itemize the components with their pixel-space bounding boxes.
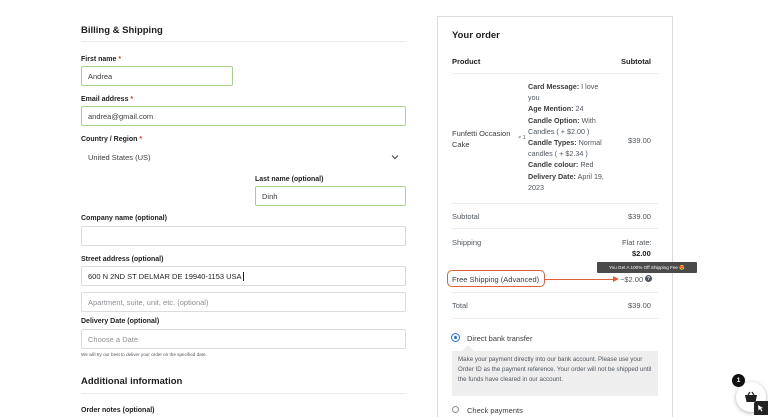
subtotal-value: $39.00 bbox=[628, 212, 651, 221]
bank-transfer-radio[interactable] bbox=[451, 333, 460, 342]
meta-candle-colour: Candle colour: Red bbox=[528, 160, 594, 170]
total-value: $39.00 bbox=[628, 301, 651, 310]
delivery-date-label: Delivery Date (optional) bbox=[81, 318, 160, 325]
product-name: Funfetti Occasion Cake bbox=[452, 129, 511, 149]
country-value: United States (US) bbox=[88, 152, 151, 162]
street-field[interactable]: 600 N 2ND ST DELMAR DE 19940-1153 USA bbox=[81, 266, 406, 286]
divider bbox=[452, 228, 658, 229]
divider bbox=[452, 73, 658, 74]
meta-age-mention: Age Mention: 24 bbox=[528, 104, 584, 114]
subtotal-label: Subtotal bbox=[452, 212, 480, 221]
product-meta: Card Message: I love you Age Mention: 24… bbox=[528, 81, 604, 193]
email-label-text: Email address bbox=[81, 96, 129, 103]
product-price: $39.00 bbox=[628, 136, 651, 145]
cursor-icon bbox=[758, 405, 763, 412]
billing-title: Billing & Shipping bbox=[81, 25, 163, 36]
email-value: andrea@gmail.com bbox=[88, 111, 154, 121]
street-value: 600 N 2ND ST DELMAR DE 19940-1153 USA bbox=[88, 271, 242, 281]
delivery-date-help: We will try our best to deliver your ord… bbox=[81, 352, 207, 357]
delivery-date-field[interactable]: Choose a Date bbox=[81, 329, 406, 349]
divider bbox=[452, 203, 658, 204]
shipping-rate-label: Flat rate: bbox=[622, 238, 652, 247]
divider bbox=[81, 393, 406, 394]
first-name-label-text: First name bbox=[81, 56, 117, 63]
apartment-placeholder: Apartment, suite, unit, etc. (optional) bbox=[88, 297, 209, 307]
arrow-head-icon bbox=[613, 276, 619, 282]
divider bbox=[452, 318, 658, 319]
country-label-text: Country / Region bbox=[81, 136, 138, 143]
arrow-line bbox=[545, 279, 617, 281]
additional-info-title: Additional information bbox=[81, 376, 183, 387]
company-label: Company name (optional) bbox=[81, 215, 167, 222]
first-name-field[interactable]: Andrea bbox=[81, 66, 233, 86]
product-qty: × 1 bbox=[518, 135, 526, 141]
col-subtotal-header: Subtotal bbox=[621, 57, 651, 66]
check-payments-radio[interactable] bbox=[452, 406, 459, 413]
corner-tool-button[interactable] bbox=[754, 401, 768, 415]
chevron-down-icon bbox=[391, 155, 399, 160]
shipping-rate-value: $2.00 bbox=[632, 249, 651, 258]
total-label: Total bbox=[452, 301, 468, 310]
last-name-label: Last name (optional) bbox=[255, 176, 324, 183]
first-name-label: First name * bbox=[81, 56, 121, 63]
discount-label: Free Shipping (Advanced) bbox=[452, 275, 540, 284]
required-mark: * bbox=[118, 56, 122, 63]
check-payments-label[interactable]: Check payments bbox=[467, 406, 523, 415]
meta-card-message: Card Message: I love you bbox=[528, 82, 599, 103]
last-name-field[interactable]: Dinh bbox=[255, 186, 406, 206]
order-title: Your order bbox=[452, 30, 500, 41]
meta-candle-types: Candle Types: Normal candles ( + $2.34 ) bbox=[528, 138, 602, 159]
country-label: Country / Region * bbox=[81, 136, 142, 143]
free-shipping-tooltip: You Get A 100% Off Shipping Fee 😍 bbox=[597, 262, 697, 273]
discount-value: −$2.00 bbox=[620, 275, 644, 284]
street-label: Street address (optional) bbox=[81, 256, 164, 263]
email-field[interactable]: andrea@gmail.com bbox=[81, 106, 406, 126]
bank-transfer-label[interactable]: Direct bank transfer bbox=[467, 334, 532, 343]
first-name-value: Andrea bbox=[88, 71, 113, 81]
col-product-header: Product bbox=[452, 57, 481, 66]
country-select[interactable]: United States (US) bbox=[81, 147, 406, 167]
info-icon[interactable]: ? bbox=[645, 275, 652, 282]
required-mark: * bbox=[130, 96, 134, 103]
divider bbox=[81, 41, 406, 42]
last-name-value: Dinh bbox=[262, 191, 278, 201]
meta-candle-option: Candle Option: With Candles ( + $2.00 ) bbox=[528, 115, 596, 136]
order-notes-label: Order notes (optional) bbox=[81, 407, 155, 414]
cart-count-badge: 1 bbox=[732, 374, 745, 387]
delivery-date-placeholder: Choose a Date bbox=[88, 334, 139, 344]
meta-delivery-date: Delivery Date: April 19, 2023 bbox=[528, 171, 604, 192]
bank-transfer-description: Make your payment directly into our bank… bbox=[452, 351, 658, 396]
text-caret bbox=[242, 271, 244, 281]
required-mark: * bbox=[139, 136, 143, 143]
apartment-field[interactable]: Apartment, suite, unit, etc. (optional) bbox=[81, 292, 406, 312]
divider bbox=[452, 292, 658, 293]
company-field[interactable] bbox=[81, 226, 406, 246]
shipping-label: Shipping bbox=[452, 238, 482, 247]
email-label: Email address * bbox=[81, 96, 133, 103]
